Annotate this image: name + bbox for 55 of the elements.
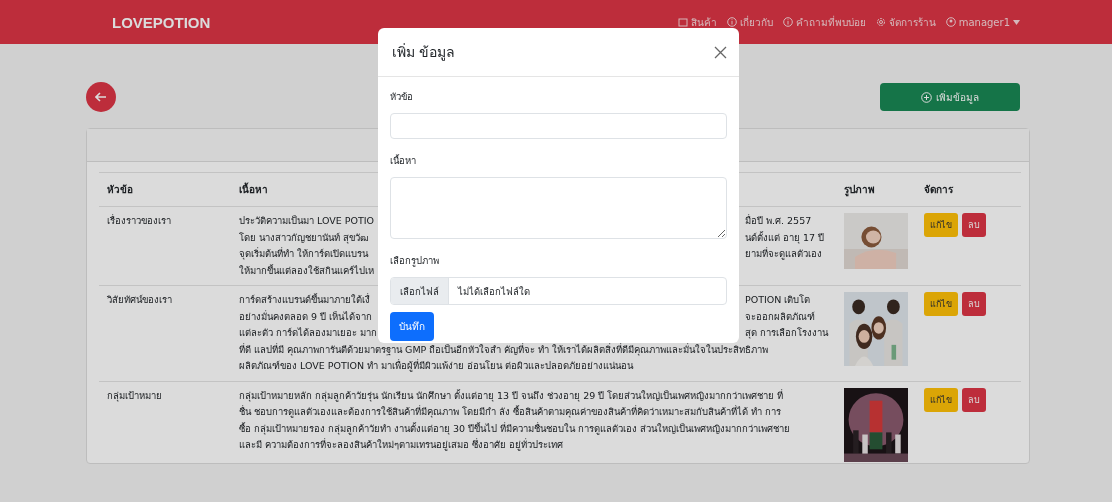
table-cell: เรื่องราวของเรา — [99, 206, 231, 286]
file-name: ไม่ได้เลือกไฟล์ใด — [456, 284, 531, 299]
field-label: เนื้อหา — [390, 153, 417, 168]
table-cell: วิสัยทัศน์ของเรา — [99, 285, 231, 381]
plus-circle-icon — [921, 91, 932, 103]
content-text: POTION เติบโต — [744, 293, 811, 307]
field-label: เลือกรูปภาพ — [390, 254, 440, 268]
field-label: หัวข้อ — [390, 90, 414, 104]
column-header: จัดการ — [916, 172, 1021, 207]
delete-button[interactable]: ลบ — [962, 387, 986, 412]
info-icon — [782, 17, 793, 27]
content-text: ให้มากขึ้นแต่ลองใช้สกินแคร์ไปเห — [238, 263, 375, 278]
arrow-left-icon — [95, 92, 107, 102]
content-text: แต่ละตัว การ์ดได้ลองมาเยอะ มาก — [238, 326, 378, 340]
delete-button[interactable]: ลบ — [962, 213, 986, 237]
user-menu[interactable]: manager1 — [945, 14, 1020, 30]
table-cell: กลุ่มเป้าหมาย — [99, 381, 231, 468]
file-input[interactable]: เลือกไฟล์ ไม่ได้เลือกไฟล์ใด — [390, 277, 727, 305]
content-text: สุด การเลือกโรงงาน — [744, 326, 828, 341]
content-text: ผลิตภัณฑ์ของ LOVE POTION ทำ มาเพื่อผู้ที่มีผิวแพ้ง่าย อ่อนโยน ต่อผิวและปลอดภัยอย่างแน่นอน — [238, 358, 634, 374]
caret-icon — [1013, 19, 1020, 25]
content-text: ซื้อ กลุ่มเป้าหมายรอง กลุ่มลูกค้าวัยทำ งานตั้งแต่อายุ 30 ปีขึ้นไป ที่มีความชื่นชอบใน การดูแลตัวเอง ส่วนใหญ่เป็นเพศหญิงมากกว่าเพศชาย — [238, 421, 791, 437]
choose-file-button[interactable]: เลือกไฟล์ — [391, 278, 449, 304]
edit-button[interactable]: แก้ไข — [924, 387, 958, 412]
delete-button[interactable]: ลบ — [962, 292, 986, 316]
user-icon — [945, 17, 956, 27]
content-text: กลุ่มเป้าหมายหลัก กลุ่มลูกค้าวัยรุ่น นักเรียน นักศึกษา ตั้งแต่อายุ 13 ปี จนถึง ช่วงอายุ 29 ปี โดยส่วนใหญ่เป็นเพศหญิงมากกว่าเพศชาย ที่ — [238, 388, 784, 404]
brand-logo[interactable]: LOVEPOTION — [112, 13, 211, 31]
back-button[interactable] — [86, 82, 116, 112]
content-text: นด์ตั้งแต่ อายุ 17 ปี — [744, 230, 825, 246]
content-text: การ์ดสร้างแบรนด์ขึ้นมาภายใต้เงื่ — [238, 292, 371, 307]
nav-link[interactable]: จัดการร้าน — [875, 14, 936, 30]
content-text: ประวัติความเป็นมา LOVE POTIO — [238, 214, 376, 228]
close-icon[interactable] — [714, 45, 727, 59]
add-button[interactable]: เพิ่มข้อมูล — [880, 83, 1020, 111]
modal-title: เพิ่ม ข้อมูล — [392, 42, 456, 63]
content-text: ยามที่จะดูแลตัวเอง — [744, 246, 822, 262]
save-button[interactable]: บันทึก — [390, 312, 434, 341]
column-header: หัวข้อ — [99, 172, 231, 207]
content-text: มื่อปี พ.ศ. 2557 — [744, 213, 812, 228]
content-text: ที่ดี แลปที่มี คุณภาพการันตีด้วยมาตรฐาน GMP ถือเป็นอีกหัวใจสำ คัญที่จะ ทำ ให้เราได้ผลิตสิ่งที่ดีมีคุณภาพและมั่นใจในประสิทธิภาพ — [238, 342, 769, 358]
content-text: อย่างมั่นคงตลอด 9 ปี เห็นได้จาก — [238, 309, 374, 324]
edit-button[interactable]: แก้ไข — [924, 213, 958, 237]
content-text: และมี ความต้องการที่จะลองสินค้าใหม่ๆตามเทรนอยู่เสมอ ซึ่งอาศัย อยู่ทั่วประเทศ — [238, 437, 564, 453]
column-header: รูปภาพ — [836, 172, 916, 207]
content-text: จุดเริ่มต้นที่ทำ ให้การ์ดเปิดแบรน — [238, 246, 370, 262]
nav-link[interactable]: สินค้า — [677, 14, 717, 30]
edit-button[interactable]: แก้ไข — [924, 292, 958, 316]
settings-icon — [875, 17, 886, 27]
content-text: ชื่น ชอบการดูแลตัวเองและต้องการใช้สินค้าที่มีคุณภาพ โดยมีกำ ลัง ซื้อสินค้าตามคุณค่าของสินค้าที่คิดว่าเหมาะสมกับสินค้าที่ได้ ทำ การ — [238, 404, 782, 420]
content-text: จะออกผลิตภัณฑ์ — [744, 309, 815, 324]
content-text: โดย นางสาวกัญชยานันท์ สุขวัฒ — [238, 230, 370, 246]
input-field[interactable] — [390, 113, 727, 139]
nav-link[interactable]: เกี่ยวกับ — [726, 14, 773, 30]
nav-link[interactable]: คำถามที่พบบ่อย — [782, 14, 866, 30]
